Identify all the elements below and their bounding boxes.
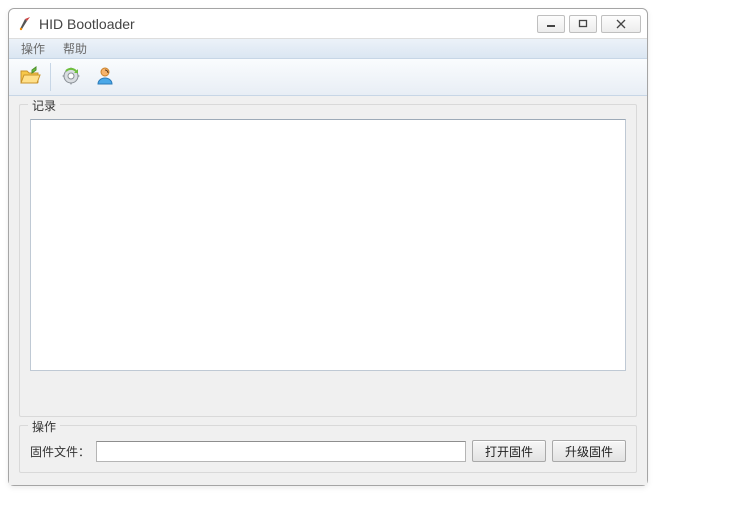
upgrade-firmware-button[interactable]: 升级固件 bbox=[552, 440, 626, 462]
operations-group-legend: 操作 bbox=[28, 418, 60, 435]
toolbar-separator bbox=[50, 63, 51, 91]
log-group: 记录 bbox=[19, 104, 637, 417]
minimize-button[interactable] bbox=[537, 15, 565, 33]
firmware-row: 固件文件： 打开固件 升级固件 bbox=[30, 440, 626, 462]
app-window: HID Bootloader 操作 帮助 bbox=[8, 8, 648, 486]
tool-bar bbox=[9, 59, 647, 96]
close-button[interactable] bbox=[601, 15, 641, 33]
operations-group: 操作 固件文件： 打开固件 升级固件 bbox=[19, 425, 637, 473]
window-title: HID Bootloader bbox=[39, 16, 537, 32]
menu-operations[interactable]: 操作 bbox=[12, 38, 54, 59]
firmware-file-input[interactable] bbox=[96, 441, 466, 462]
menu-bar: 操作 帮助 bbox=[9, 39, 647, 59]
menu-help[interactable]: 帮助 bbox=[54, 38, 96, 59]
refresh-gear-icon bbox=[59, 64, 83, 91]
open-folder-button[interactable] bbox=[13, 60, 47, 94]
user-button[interactable] bbox=[88, 60, 122, 94]
firmware-file-label: 固件文件： bbox=[30, 443, 90, 460]
window-controls bbox=[537, 15, 641, 33]
open-firmware-button[interactable]: 打开固件 bbox=[472, 440, 546, 462]
log-textarea[interactable] bbox=[30, 119, 626, 371]
title-bar: HID Bootloader bbox=[9, 9, 647, 39]
open-folder-icon bbox=[18, 64, 42, 91]
user-icon bbox=[93, 64, 117, 91]
log-group-legend: 记录 bbox=[28, 97, 60, 114]
refresh-gear-button[interactable] bbox=[54, 60, 88, 94]
maximize-button[interactable] bbox=[569, 15, 597, 33]
content-area: 记录 操作 固件文件： 打开固件 升级固件 bbox=[9, 96, 647, 485]
rocket-icon bbox=[17, 16, 33, 32]
